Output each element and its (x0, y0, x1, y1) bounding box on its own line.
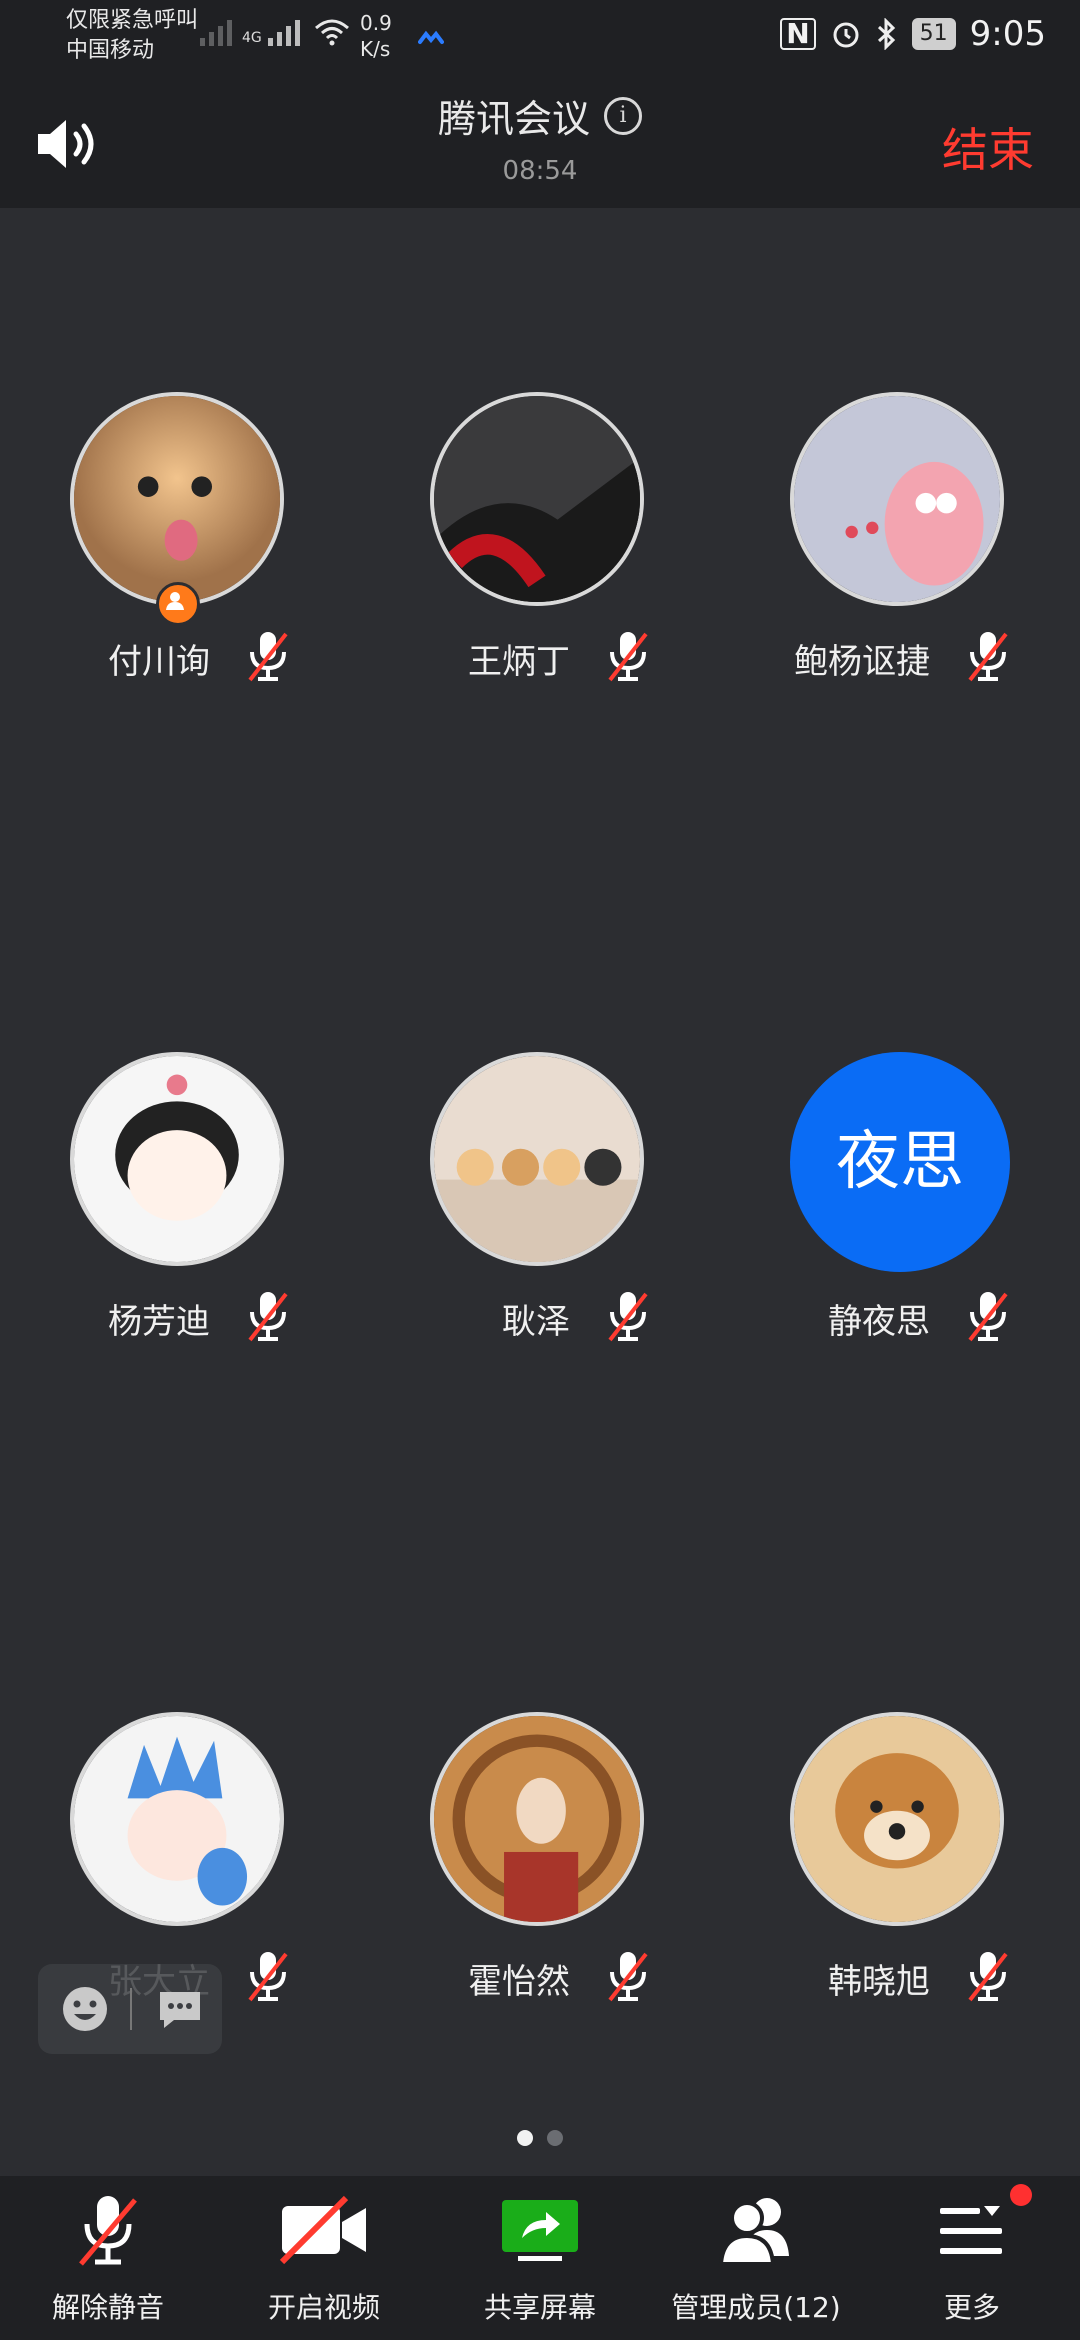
start-video-label: 开启视频 (267, 2291, 380, 2324)
participant-name-row: 付川询 (0, 628, 360, 688)
participant-tile[interactable]: 王炳丁 (360, 392, 720, 692)
participant-name-row: 王炳丁 (360, 628, 720, 688)
participant-tile[interactable]: 耿泽 (360, 1052, 720, 1352)
more-label: 更多 (943, 2291, 1000, 2324)
participant-name: 韩晓旭 (828, 1962, 930, 2002)
mic-muted-icon (964, 1288, 1012, 1344)
wifi-icon (314, 19, 349, 46)
participant-name: 杨芳迪 (108, 1302, 210, 1342)
speed-unit: K/s (360, 37, 391, 61)
video-off-icon (279, 2195, 366, 2265)
participant-name: 静夜思 (828, 1302, 930, 1342)
battery-indicator: 51 (911, 18, 956, 50)
page-dot[interactable] (547, 2130, 563, 2146)
participant-name: 霍怡然 (468, 1962, 570, 2002)
reaction-chat-pill[interactable] (38, 1964, 222, 2054)
meeting-header: 腾讯会议 i 08:54 结束 (0, 78, 1080, 208)
avatar[interactable] (70, 1712, 284, 1926)
participant-name: 鲍杨讴捷 (794, 642, 930, 682)
end-meeting-button[interactable]: 结束 (942, 114, 1034, 180)
avatar[interactable] (430, 1052, 644, 1266)
manage-members-button[interactable]: 管理成员(12) (648, 2176, 864, 2340)
notification-dot (1010, 2184, 1032, 2206)
avatar[interactable] (70, 1052, 284, 1266)
participant-name: 王炳丁 (468, 642, 570, 682)
mic-muted-icon (604, 1948, 652, 2004)
manage-members-label: 管理成员(12) (671, 2291, 841, 2324)
emoji-icon[interactable] (60, 1984, 110, 2034)
carrier-info: 仅限紧急呼叫 中国移动 (66, 6, 198, 66)
avatar[interactable] (70, 392, 284, 606)
participant-tile[interactable]: 杨芳迪 (0, 1052, 360, 1352)
participant-name-row: 静夜思 (720, 1288, 1080, 1348)
clock: 9:05 (969, 14, 1046, 54)
mic-muted-icon (604, 1288, 652, 1344)
share-screen-label: 共享屏幕 (483, 2291, 596, 2324)
unmute-label: 解除静音 (51, 2291, 164, 2324)
participant-name-row: 杨芳迪 (0, 1288, 360, 1348)
avatar[interactable] (790, 392, 1004, 606)
avatar[interactable] (430, 392, 644, 606)
mic-muted-icon (244, 1288, 292, 1344)
network-type: 4G (242, 30, 262, 46)
participant-name: 付川询 (108, 642, 210, 682)
participant-name-row: 鲍杨讴捷 (720, 628, 1080, 688)
more-button[interactable]: 更多 (864, 2176, 1080, 2340)
participant-name-row: 耿泽 (360, 1288, 720, 1348)
mic-muted-icon (964, 1948, 1012, 2004)
meeting-title[interactable]: 腾讯会议 (438, 88, 590, 143)
more-menu-icon (940, 2206, 1002, 2254)
meeting-app-icon (418, 30, 444, 44)
mic-muted-icon (604, 628, 652, 684)
members-icon (718, 2198, 789, 2266)
mic-muted-icon (79, 2196, 137, 2266)
mic-muted-icon (244, 628, 292, 684)
speed-value: 0.9 (360, 11, 392, 35)
participant-tile[interactable]: 鲍杨讴捷 (720, 392, 1080, 692)
participant-tile[interactable]: 夜思静夜思 (720, 1052, 1080, 1352)
page-indicator (0, 2130, 1080, 2150)
avatar[interactable] (790, 1712, 1004, 1926)
participant-name-row: 韩晓旭 (720, 1948, 1080, 2008)
network-speed: 0.9 K/s (360, 10, 392, 62)
bottom-toolbar: 解除静音 开启视频 共享屏幕 管理成员(12) 更多 (0, 2176, 1080, 2340)
carrier-name: 中国移动 (66, 38, 155, 63)
info-icon[interactable]: i (604, 96, 642, 135)
page-dot-active[interactable] (517, 2130, 533, 2146)
share-screen-icon (502, 2200, 578, 2261)
participant-name: 耿泽 (502, 1302, 570, 1342)
mic-muted-icon (244, 1948, 292, 2004)
emergency-text: 仅限紧急呼叫 (66, 8, 199, 33)
participant-tile[interactable]: 霍怡然 (360, 1712, 720, 2012)
participant-tile[interactable]: 韩晓旭 (720, 1712, 1080, 2012)
status-bar: 仅限紧急呼叫 中国移动 4G 0.9 K/s N 51 9:05 (0, 0, 1080, 78)
nfc-icon: N (780, 18, 816, 50)
host-badge-icon (156, 582, 200, 626)
chat-icon[interactable] (156, 1988, 204, 2032)
participant-name-row: 霍怡然 (360, 1948, 720, 2008)
alarm-icon (833, 22, 859, 48)
avatar[interactable] (430, 1712, 644, 1926)
share-screen-button[interactable]: 共享屏幕 (432, 2176, 648, 2340)
start-video-button[interactable]: 开启视频 (216, 2176, 432, 2340)
meeting-timer: 08:54 (502, 156, 578, 186)
avatar-initials[interactable]: 夜思 (790, 1052, 1010, 1272)
mic-muted-icon (964, 628, 1012, 684)
bluetooth-icon (877, 18, 895, 50)
signal-icon: 4G (200, 18, 350, 46)
participant-tile[interactable]: 付川询 (0, 392, 360, 692)
unmute-button[interactable]: 解除静音 (0, 2176, 216, 2340)
